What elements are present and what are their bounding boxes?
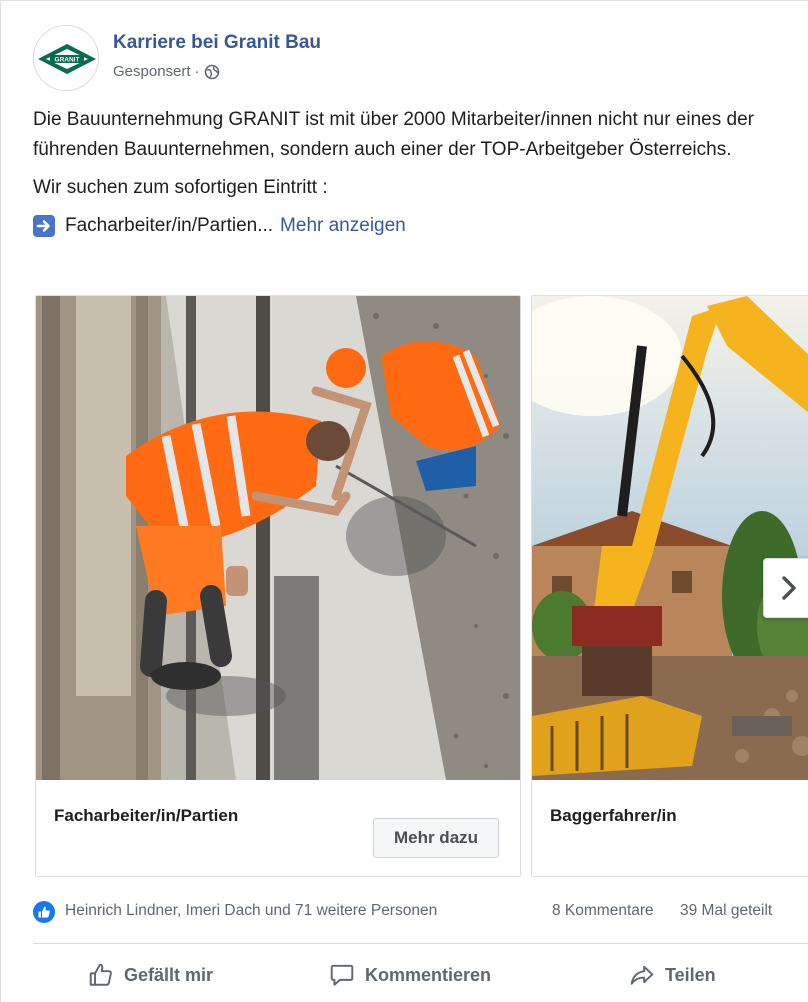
page-name-link[interactable]: Karriere bei Granit Bau (113, 32, 321, 54)
carousel-card-1[interactable]: Facharbeiter/in/Partien Mehr dazu (35, 295, 521, 877)
post-paragraph-1: Die Bauunternehmung GRANIT ist mit über … (33, 109, 754, 160)
page-avatar[interactable]: GRANIT (33, 25, 99, 91)
right-arrow-emoji-icon (33, 215, 55, 237)
sponsored-label[interactable]: Gesponsert (113, 63, 191, 80)
learn-more-button[interactable]: Mehr dazu (373, 818, 499, 858)
post-paragraph-2: Wir suchen zum sofortigen Eintritt : (33, 177, 328, 198)
shares-count-link[interactable]: 39 Mal geteilt (680, 902, 772, 920)
share-button-label: Teilen (665, 964, 716, 985)
share-button[interactable]: Teilen (629, 951, 716, 999)
chevron-right-icon (782, 576, 796, 600)
share-arrow-icon (630, 965, 654, 985)
post-paragraph-3-text: Facharbeiter/in/Partien... (65, 215, 274, 236)
comment-button-label: Kommentieren (365, 964, 492, 985)
post-header: GRANIT Karriere bei Granit Bau Gesponser… (33, 25, 793, 91)
post-text: Die Bauunternehmung GRANIT ist mit über … (33, 105, 803, 241)
separator-dot: · (194, 63, 200, 80)
like-reaction-icon[interactable] (33, 901, 55, 923)
card-1-title[interactable]: Facharbeiter/in/Partien (54, 806, 238, 826)
engagement-bar: Heinrich Lindner, Imeri Dach und 71 weit… (33, 899, 808, 925)
excavator-photo[interactable] (532, 296, 808, 780)
comment-button[interactable]: Kommentieren (329, 951, 491, 999)
granit-logo: GRANIT (34, 26, 98, 90)
carousel: Facharbeiter/in/Partien Mehr dazu Bagger… (35, 295, 808, 877)
svg-text:GRANIT: GRANIT (55, 57, 80, 64)
sponsored-post-card: GRANIT Karriere bei Granit Bau Gesponser… (0, 0, 808, 1002)
comment-bubble-icon (330, 964, 354, 986)
divider (33, 943, 808, 944)
card-2-title[interactable]: Baggerfahrer/in (550, 806, 677, 826)
post-paragraph-3: Facharbeiter/in/Partien... Mehr anzeigen (33, 211, 803, 241)
globe-icon[interactable] (204, 64, 220, 80)
see-more-link[interactable]: Mehr anzeigen (280, 211, 406, 241)
thumbs-up-icon (89, 963, 112, 986)
construction-workers-photo[interactable] (36, 296, 520, 780)
carousel-next-button[interactable] (763, 558, 808, 618)
like-button[interactable]: Gefällt mir (88, 951, 213, 999)
sponsored-line: Gesponsert · (113, 63, 220, 80)
like-button-label: Gefällt mir (124, 964, 214, 985)
comments-count-link[interactable]: 8 Kommentare (552, 902, 654, 920)
post-actions: Gefällt mir Kommentieren Teilen (33, 951, 808, 999)
reactors-link[interactable]: Heinrich Lindner, Imeri Dach und 71 weit… (65, 902, 437, 920)
